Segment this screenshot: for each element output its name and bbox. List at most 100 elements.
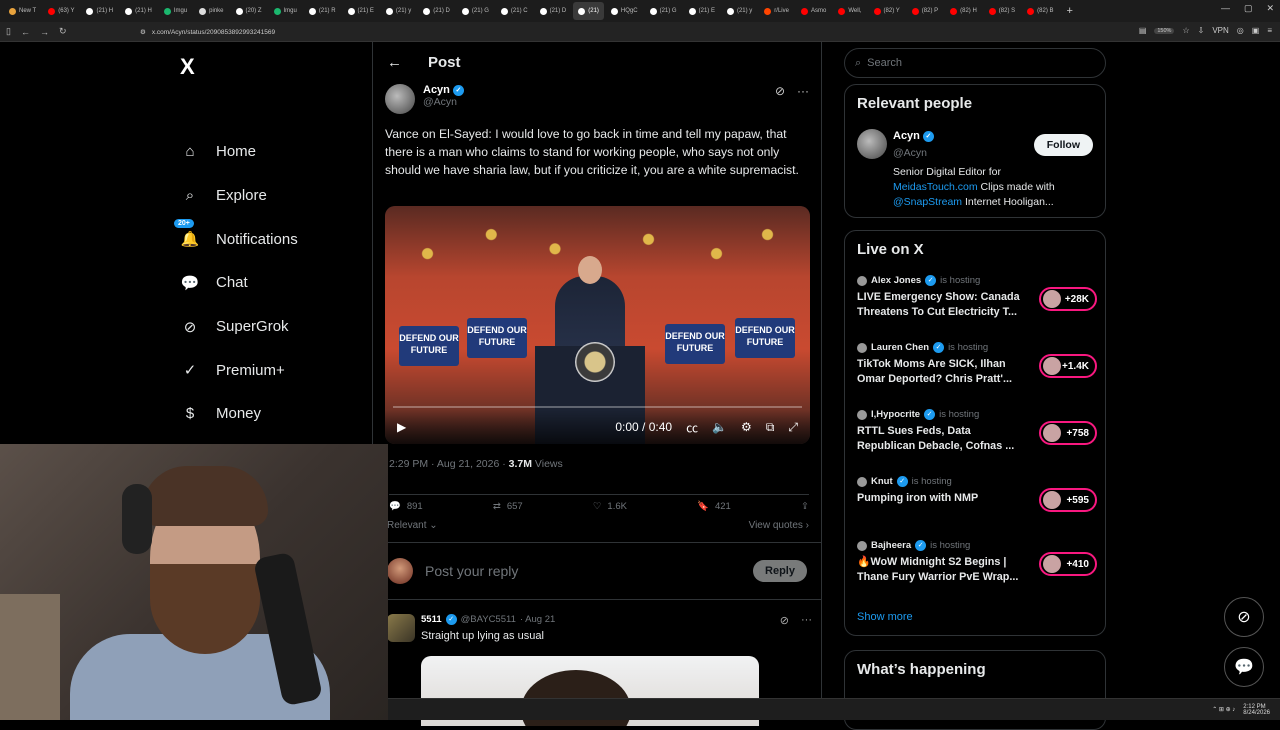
extension-icon[interactable]: ◎ bbox=[1237, 26, 1244, 35]
reply-input[interactable]: Post your reply bbox=[425, 563, 741, 579]
star-icon[interactable]: ☆ bbox=[1182, 26, 1189, 35]
host-name[interactable]: Alex Jones bbox=[871, 275, 921, 286]
live-listeners-pill[interactable]: +28K bbox=[1039, 287, 1097, 311]
browser-tab[interactable]: Imgu bbox=[269, 2, 302, 20]
bio-mention[interactable]: @SnapStream bbox=[893, 196, 962, 208]
more-icon[interactable]: ··· bbox=[801, 614, 812, 627]
vpn-badge[interactable]: VPN bbox=[1212, 26, 1228, 35]
live-listeners-pill[interactable]: +410 bbox=[1039, 552, 1097, 576]
reply-action[interactable]: 💬 891 bbox=[389, 501, 423, 512]
live-listeners-pill[interactable]: +1.4K bbox=[1039, 354, 1097, 378]
browser-tab[interactable]: (21) H bbox=[81, 2, 118, 20]
browser-tab[interactable]: (82) Y bbox=[869, 2, 905, 20]
host-avatar[interactable] bbox=[857, 540, 867, 551]
browser-tab[interactable]: (82) H bbox=[945, 2, 982, 20]
nav-item-supergrok[interactable]: ⊘ SuperGrok bbox=[180, 305, 298, 349]
video-progress-bar[interactable] bbox=[393, 406, 802, 408]
volume-icon[interactable]: 🔈 bbox=[712, 420, 727, 434]
host-name[interactable]: Knut bbox=[871, 476, 893, 487]
clock[interactable]: 2:12 PM 8/24/2026 bbox=[1243, 704, 1270, 716]
host-name[interactable]: I,Hypocrite bbox=[871, 409, 920, 420]
host-avatar[interactable] bbox=[857, 275, 867, 286]
share-action[interactable]: ⇪ bbox=[801, 501, 809, 512]
video-player[interactable]: DEFEND OUR FUTURE DEFEND OUR FUTURE DEFE… bbox=[385, 206, 810, 444]
person-avatar[interactable] bbox=[857, 129, 887, 159]
back-arrow-icon[interactable]: ← bbox=[387, 54, 402, 71]
url-field[interactable]: ⚙ x.com/Acyn/status/2090853892993241569 bbox=[140, 25, 1100, 39]
menu-icon[interactable]: ≡ bbox=[1267, 26, 1272, 35]
person-name[interactable]: Acyn bbox=[893, 130, 920, 142]
browser-tab[interactable]: pinke bbox=[194, 2, 228, 20]
browser-tab[interactable]: Imgu bbox=[159, 2, 192, 20]
host-avatar[interactable] bbox=[857, 476, 867, 487]
browser-tab[interactable]: (82) S bbox=[984, 2, 1020, 20]
reply-author-avatar[interactable] bbox=[387, 614, 415, 642]
host-name[interactable]: Lauren Chen bbox=[871, 342, 929, 353]
user-avatar[interactable] bbox=[387, 558, 413, 584]
new-tab-icon[interactable]: + bbox=[1060, 5, 1078, 17]
author-handle[interactable]: @Acyn bbox=[423, 96, 464, 108]
close-icon[interactable]: ✕ bbox=[1266, 3, 1274, 14]
browser-tab[interactable]: (21) C bbox=[496, 2, 533, 20]
sort-dropdown[interactable]: Relevant ⌄ bbox=[387, 520, 438, 531]
author-avatar[interactable] bbox=[385, 84, 415, 114]
search-input[interactable]: Search bbox=[867, 57, 902, 69]
download-icon[interactable]: ⇩ bbox=[1198, 26, 1205, 35]
show-more-link[interactable]: Show more bbox=[857, 611, 913, 623]
view-quotes-link[interactable]: View quotes › bbox=[749, 520, 809, 531]
bio-link[interactable]: MeidasTouch.com bbox=[893, 181, 978, 193]
live-listeners-pill[interactable]: +758 bbox=[1039, 421, 1097, 445]
settings-icon[interactable]: ⚙ bbox=[741, 420, 752, 434]
wallet-icon[interactable]: ▣ bbox=[1252, 26, 1260, 35]
fullscreen-icon[interactable]: ⤢ bbox=[788, 420, 798, 435]
reply-author-name[interactable]: 5511 bbox=[421, 614, 442, 625]
play-icon[interactable]: ▶ bbox=[397, 420, 406, 434]
nav-item-chat[interactable]: 💬 Chat bbox=[180, 261, 298, 305]
messages-fab-icon[interactable]: 💬 bbox=[1224, 647, 1264, 687]
browser-tab[interactable]: (21) y bbox=[381, 2, 416, 20]
browser-tab[interactable]: (21) E bbox=[343, 2, 379, 20]
zoom-level[interactable]: 150% bbox=[1154, 27, 1175, 34]
nav-item-money[interactable]: $ Money bbox=[180, 392, 298, 436]
host-avatar[interactable] bbox=[857, 342, 867, 353]
x-logo[interactable]: X bbox=[180, 54, 195, 80]
browser-tab[interactable]: New T bbox=[4, 2, 41, 20]
live-item[interactable]: Bajheera ✓ is hosting 🔥WoW Midnight S2 Begi… bbox=[857, 540, 1097, 585]
browser-tab[interactable]: (21) E bbox=[684, 2, 720, 20]
back-icon[interactable]: ← bbox=[21, 27, 30, 37]
minimize-icon[interactable]: — bbox=[1221, 3, 1230, 14]
browser-tab[interactable]: (21) D bbox=[535, 2, 572, 20]
bookmark-action[interactable]: 🔖 421 bbox=[697, 501, 731, 512]
reader-icon[interactable]: ▤ bbox=[1139, 26, 1147, 35]
live-item[interactable]: Lauren Chen ✓ is hosting TikTok Moms Are SI… bbox=[857, 342, 1097, 387]
browser-tab[interactable]: Well, bbox=[833, 2, 866, 20]
browser-tab[interactable]: (63) Y bbox=[43, 2, 79, 20]
nav-item-explore[interactable]: ⌕ Explore bbox=[180, 174, 298, 218]
reply-button[interactable]: Reply bbox=[753, 560, 807, 582]
browser-tab[interactable]: (21) R bbox=[304, 2, 341, 20]
grok-icon[interactable]: ⊘ bbox=[775, 84, 785, 98]
grok-icon[interactable]: ⊘ bbox=[780, 614, 789, 627]
grok-fab-icon[interactable]: ⊘ bbox=[1224, 597, 1264, 637]
nav-item-premium[interactable]: ✓ Premium+ bbox=[180, 348, 298, 392]
browser-tab[interactable]: (21) D bbox=[418, 2, 455, 20]
browser-tab[interactable]: HQgC bbox=[606, 2, 643, 20]
reply-author-handle[interactable]: @BAYC5511 bbox=[461, 614, 516, 625]
repost-action[interactable]: ⇄ 657 bbox=[493, 501, 523, 512]
reply-date[interactable]: · Aug 21 bbox=[520, 614, 555, 625]
browser-tab[interactable]: (21) H bbox=[120, 2, 157, 20]
person-handle[interactable]: @Acyn bbox=[893, 147, 927, 159]
live-item[interactable]: Knut ✓ is hosting Pumping iron with NMP +595 bbox=[857, 476, 1097, 512]
browser-tab[interactable]: (21) bbox=[573, 2, 604, 20]
host-name[interactable]: Bajheera bbox=[871, 540, 911, 551]
reload-icon[interactable]: ↻ bbox=[59, 26, 67, 37]
browser-tab[interactable]: (21) G bbox=[645, 2, 682, 20]
pip-icon[interactable]: ⧉ bbox=[766, 420, 775, 435]
live-item[interactable]: I,Hypocrite ✓ is hosting RTTL Sues Feds, Da… bbox=[857, 409, 1097, 454]
browser-tab[interactable]: (21) G bbox=[457, 2, 494, 20]
browser-tab[interactable]: (82) B bbox=[1022, 2, 1058, 20]
search-bar[interactable]: ⌕ Search bbox=[844, 48, 1106, 78]
author-name[interactable]: Acyn bbox=[423, 84, 450, 96]
live-listeners-pill[interactable]: +595 bbox=[1039, 488, 1097, 512]
follow-button[interactable]: Follow bbox=[1033, 134, 1093, 156]
